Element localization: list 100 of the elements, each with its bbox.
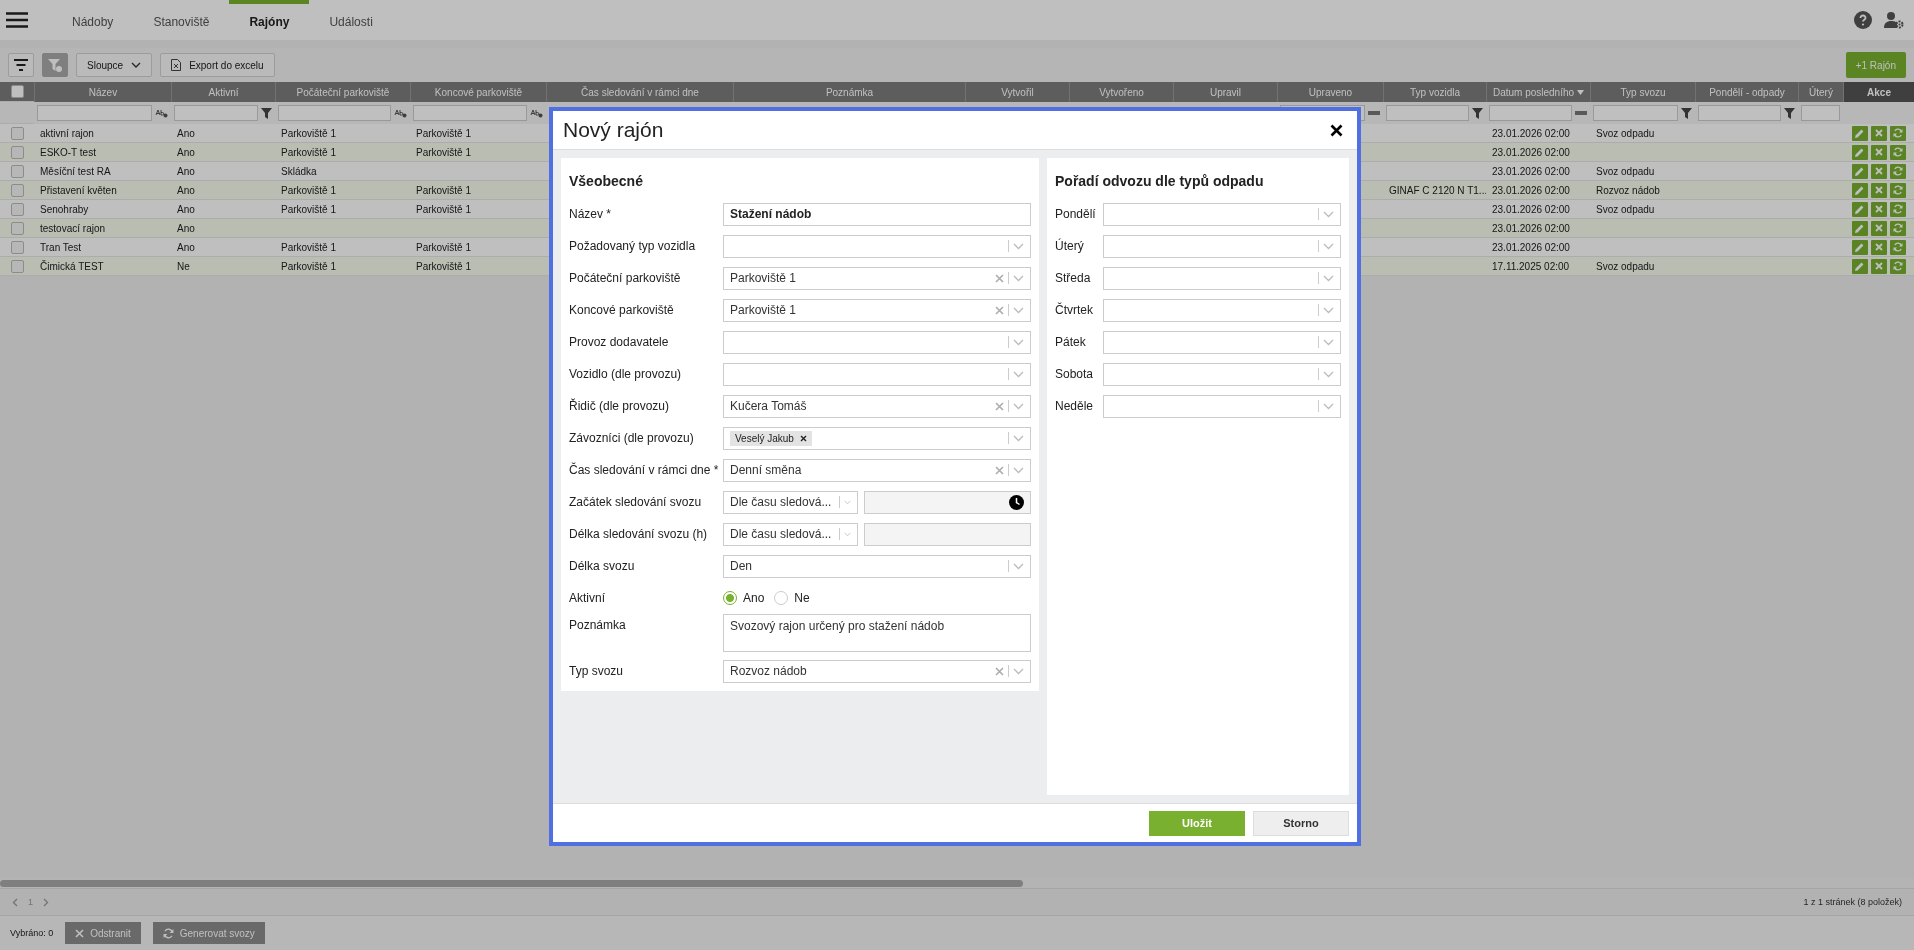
help-icon[interactable] bbox=[1854, 11, 1872, 29]
next-page-icon[interactable] bbox=[43, 897, 49, 907]
filter-input[interactable] bbox=[278, 105, 391, 121]
row-checkbox[interactable] bbox=[10, 183, 24, 197]
edit-button[interactable] bbox=[1851, 220, 1868, 236]
filter-input[interactable] bbox=[37, 105, 152, 121]
edit-button[interactable] bbox=[1851, 144, 1868, 160]
refresh-button[interactable] bbox=[1889, 182, 1906, 198]
nav-tab[interactable]: Události bbox=[309, 0, 393, 40]
refresh-button[interactable] bbox=[1889, 220, 1906, 236]
select-field[interactable] bbox=[723, 362, 1031, 386]
select-field[interactable] bbox=[1103, 202, 1341, 226]
select-field[interactable] bbox=[723, 330, 1031, 354]
row-checkbox[interactable] bbox=[10, 145, 24, 159]
filter-input[interactable] bbox=[174, 105, 258, 121]
filter-input[interactable] bbox=[413, 105, 527, 121]
filter-icon[interactable] bbox=[1472, 107, 1483, 119]
refresh-button[interactable] bbox=[1889, 201, 1906, 217]
select-field[interactable] bbox=[1103, 330, 1341, 354]
tag-chip[interactable]: Veselý Jakub bbox=[730, 430, 812, 446]
row-checkbox[interactable] bbox=[10, 259, 24, 273]
select-field[interactable]: Dle času sledová... bbox=[723, 522, 858, 546]
text-filter-icon[interactable] bbox=[394, 108, 407, 118]
delete-button[interactable] bbox=[1870, 163, 1887, 179]
chevron-down-icon bbox=[1013, 434, 1024, 442]
edit-button[interactable] bbox=[1851, 182, 1868, 198]
refresh-button[interactable] bbox=[1889, 239, 1906, 255]
clear-icon[interactable] bbox=[995, 305, 1004, 315]
filter-icon[interactable] bbox=[1784, 107, 1795, 119]
cancel-button[interactable]: Storno bbox=[1253, 810, 1349, 836]
select-field[interactable]: Parkoviště 1 bbox=[723, 298, 1031, 322]
filter-input[interactable] bbox=[1698, 105, 1781, 121]
filter-input[interactable] bbox=[1801, 105, 1840, 121]
select-field[interactable] bbox=[1103, 394, 1341, 418]
row-checkbox[interactable] bbox=[10, 221, 24, 235]
nav-tab[interactable]: Nádoby bbox=[52, 0, 134, 40]
filter-input[interactable] bbox=[1386, 105, 1469, 121]
filter-input[interactable] bbox=[1593, 105, 1678, 121]
select-field[interactable] bbox=[1103, 234, 1341, 258]
field-label: Typ svozu bbox=[569, 664, 625, 678]
columns-dropdown[interactable]: Sloupce bbox=[76, 53, 153, 77]
select-field[interactable]: Parkoviště 1 bbox=[723, 266, 1031, 290]
delete-button[interactable] bbox=[1870, 201, 1887, 217]
previous-page-icon[interactable] bbox=[12, 897, 18, 907]
delete-button[interactable] bbox=[1870, 258, 1887, 274]
row-checkbox[interactable] bbox=[10, 202, 24, 216]
delete-button[interactable] bbox=[1870, 144, 1887, 160]
delete-button[interactable] bbox=[1870, 125, 1887, 141]
filter-icon[interactable] bbox=[1681, 107, 1692, 119]
clear-icon[interactable] bbox=[995, 273, 1004, 283]
edit-button[interactable] bbox=[1851, 125, 1868, 141]
select-field[interactable]: Dle času sledová... bbox=[723, 490, 858, 514]
select-field[interactable]: Rozvoz nádob bbox=[723, 659, 1031, 683]
number-field[interactable] bbox=[864, 522, 1031, 546]
export-button[interactable]: Export do excelu bbox=[160, 53, 275, 77]
time-field[interactable] bbox=[864, 490, 1031, 514]
edit-button[interactable] bbox=[1851, 163, 1868, 179]
radio-button[interactable] bbox=[723, 591, 737, 605]
user-settings-icon[interactable] bbox=[1884, 11, 1904, 29]
menu-icon[interactable] bbox=[6, 12, 28, 28]
delete-button[interactable] bbox=[1870, 239, 1887, 255]
select-field[interactable] bbox=[1103, 266, 1341, 290]
edit-button[interactable] bbox=[1851, 239, 1868, 255]
refresh-button[interactable] bbox=[1889, 258, 1906, 274]
select-field[interactable]: Denní směna bbox=[723, 458, 1031, 482]
filter-toggle-button[interactable] bbox=[8, 53, 34, 77]
edit-button[interactable] bbox=[1851, 258, 1868, 274]
filter-input[interactable] bbox=[1489, 105, 1572, 121]
edit-button[interactable] bbox=[1851, 201, 1868, 217]
text-field[interactable]: Stažení nádob bbox=[723, 202, 1031, 226]
radio-label[interactable]: Ano bbox=[743, 591, 765, 605]
clock-icon[interactable] bbox=[1009, 494, 1024, 510]
nav-tab[interactable]: Stanoviště bbox=[133, 0, 230, 40]
remove-icon[interactable] bbox=[799, 434, 807, 442]
select-field[interactable] bbox=[1103, 298, 1341, 322]
scrollbar-thumb[interactable] bbox=[0, 879, 1023, 887]
row-checkbox[interactable] bbox=[10, 126, 24, 140]
text-filter-icon[interactable] bbox=[530, 108, 543, 118]
select-all-checkbox[interactable] bbox=[10, 85, 24, 98]
radio-label[interactable]: Ne bbox=[794, 591, 810, 605]
close-icon[interactable] bbox=[1330, 123, 1343, 137]
select-field[interactable] bbox=[1103, 362, 1341, 386]
multi-select-field[interactable]: Veselý Jakub bbox=[723, 426, 1031, 450]
select-field[interactable]: Kučera Tomáš bbox=[723, 394, 1031, 418]
clear-icon[interactable] bbox=[995, 401, 1004, 411]
select-field[interactable]: Den bbox=[723, 554, 1031, 578]
row-checkbox[interactable] bbox=[10, 164, 24, 178]
select-field[interactable] bbox=[723, 234, 1031, 258]
text-area[interactable]: Svozový rajon určený pro stažení nádob bbox=[723, 614, 1031, 652]
clear-icon[interactable] bbox=[995, 666, 1004, 676]
delete-button[interactable] bbox=[1870, 220, 1887, 236]
nav-tab[interactable]: Rajóny bbox=[229, 0, 310, 40]
row-checkbox[interactable] bbox=[10, 240, 24, 254]
delete-button[interactable] bbox=[1870, 182, 1887, 198]
refresh-button[interactable] bbox=[1889, 163, 1906, 179]
filter-icon[interactable] bbox=[261, 107, 272, 119]
clear-icon[interactable] bbox=[995, 465, 1004, 475]
text-filter-icon[interactable] bbox=[155, 108, 168, 118]
refresh-button[interactable] bbox=[1889, 125, 1906, 141]
refresh-button[interactable] bbox=[1889, 144, 1906, 160]
